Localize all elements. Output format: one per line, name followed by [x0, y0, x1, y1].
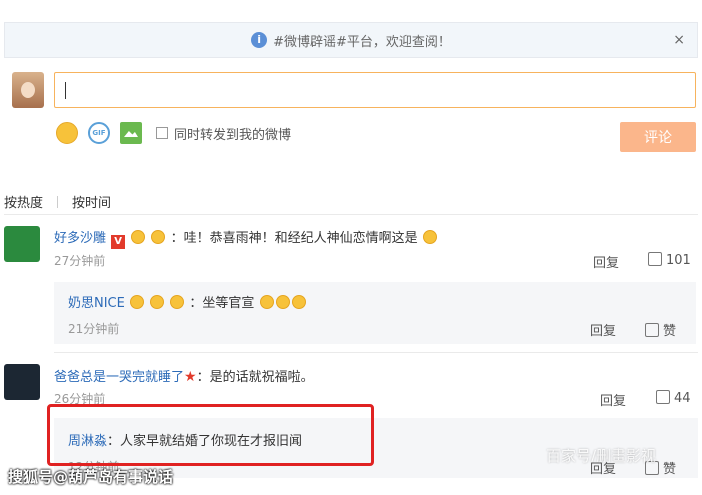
- comment-text: 爸爸总是一哭完就睡了★：是的话就祝福啦。: [54, 366, 314, 385]
- gif-icon[interactable]: GIF: [88, 122, 110, 144]
- notice-banner: i #微博辟谣#平台，欢迎查阅！ ×: [4, 22, 698, 58]
- thumb-up-icon: [656, 390, 670, 404]
- share-checkbox[interactable]: 同时转发到我的微博: [156, 124, 291, 143]
- smile-emoji-icon: [151, 230, 166, 244]
- comment-username[interactable]: 好多沙雕: [54, 231, 106, 246]
- text-caret: [65, 82, 66, 99]
- share-label: 同时转发到我的微博: [174, 127, 292, 143]
- cry-emoji-icon: [422, 230, 437, 244]
- submit-comment-button[interactable]: 评论: [620, 122, 696, 152]
- like-count: 44: [674, 391, 691, 406]
- thumb-up-icon: [648, 252, 662, 266]
- reply-username[interactable]: 奶思NICE: [68, 296, 125, 311]
- composer-toolbar: GIF 同时转发到我的微博: [56, 122, 291, 144]
- avatar[interactable]: [4, 226, 40, 262]
- reply-time: 21分钟前: [68, 322, 120, 336]
- comment-input[interactable]: [54, 72, 696, 108]
- highlight-box: [47, 404, 374, 466]
- reply-button[interactable]: 回复: [593, 252, 619, 271]
- close-icon[interactable]: ×: [673, 32, 685, 48]
- divider: [4, 214, 698, 215]
- badge-icon: [131, 230, 146, 244]
- like-label: 赞: [663, 324, 677, 339]
- image-icon[interactable]: [120, 122, 142, 144]
- checkbox-icon[interactable]: [156, 127, 168, 139]
- emoji-icon[interactable]: [56, 122, 78, 144]
- reply-button[interactable]: 回复: [600, 390, 626, 409]
- reply-body: ：坐等官宣: [189, 296, 255, 311]
- watermark: 搜狐号@葫芦岛有事说话: [8, 468, 174, 486]
- cry-emoji-icon: [275, 295, 290, 309]
- badge-icon: [130, 295, 144, 309]
- comment-body: ：是的话就祝福啦。: [196, 370, 314, 385]
- thumb-up-icon: [645, 323, 659, 337]
- avatar: [12, 72, 44, 108]
- comment-username[interactable]: 爸爸总是一哭完就睡了: [54, 370, 184, 385]
- cry-emoji-icon: [259, 295, 274, 309]
- reply-button[interactable]: 回复: [590, 320, 616, 339]
- like-button[interactable]: 44: [656, 390, 691, 406]
- star-icon: ★: [184, 369, 197, 385]
- vip-badge: V: [111, 235, 126, 249]
- like-button[interactable]: 101: [648, 252, 691, 268]
- comment-text: 好多沙雕 V ：哇！恭喜雨神！和经纪人神仙恋情啊这是: [54, 227, 438, 249]
- sort-tabs: 按热度 按时间: [4, 192, 111, 211]
- tab-hot[interactable]: 按热度: [4, 192, 43, 211]
- like-button[interactable]: 赞: [645, 320, 676, 339]
- divider: [57, 195, 59, 208]
- comment-time: 27分钟前: [54, 254, 106, 268]
- comment-body: ：哇！恭喜雨神！和经纪人神仙恋情啊这是: [170, 231, 418, 246]
- info-icon: i: [251, 32, 268, 48]
- divider: [54, 352, 698, 353]
- reply-text: 奶思NICE ：坐等官宣: [68, 292, 307, 311]
- avatar[interactable]: [4, 364, 40, 400]
- medal-icon: [170, 295, 185, 309]
- notice-text[interactable]: #微博辟谣#平台，欢迎查阅！: [273, 31, 451, 50]
- tab-time[interactable]: 按时间: [72, 192, 111, 211]
- like-count: 101: [666, 253, 691, 268]
- watermark: 百家号/删畫影视: [546, 447, 657, 465]
- cry-emoji-icon: [291, 295, 306, 309]
- cool-emoji-icon: [150, 295, 165, 309]
- like-label: 赞: [663, 462, 677, 477]
